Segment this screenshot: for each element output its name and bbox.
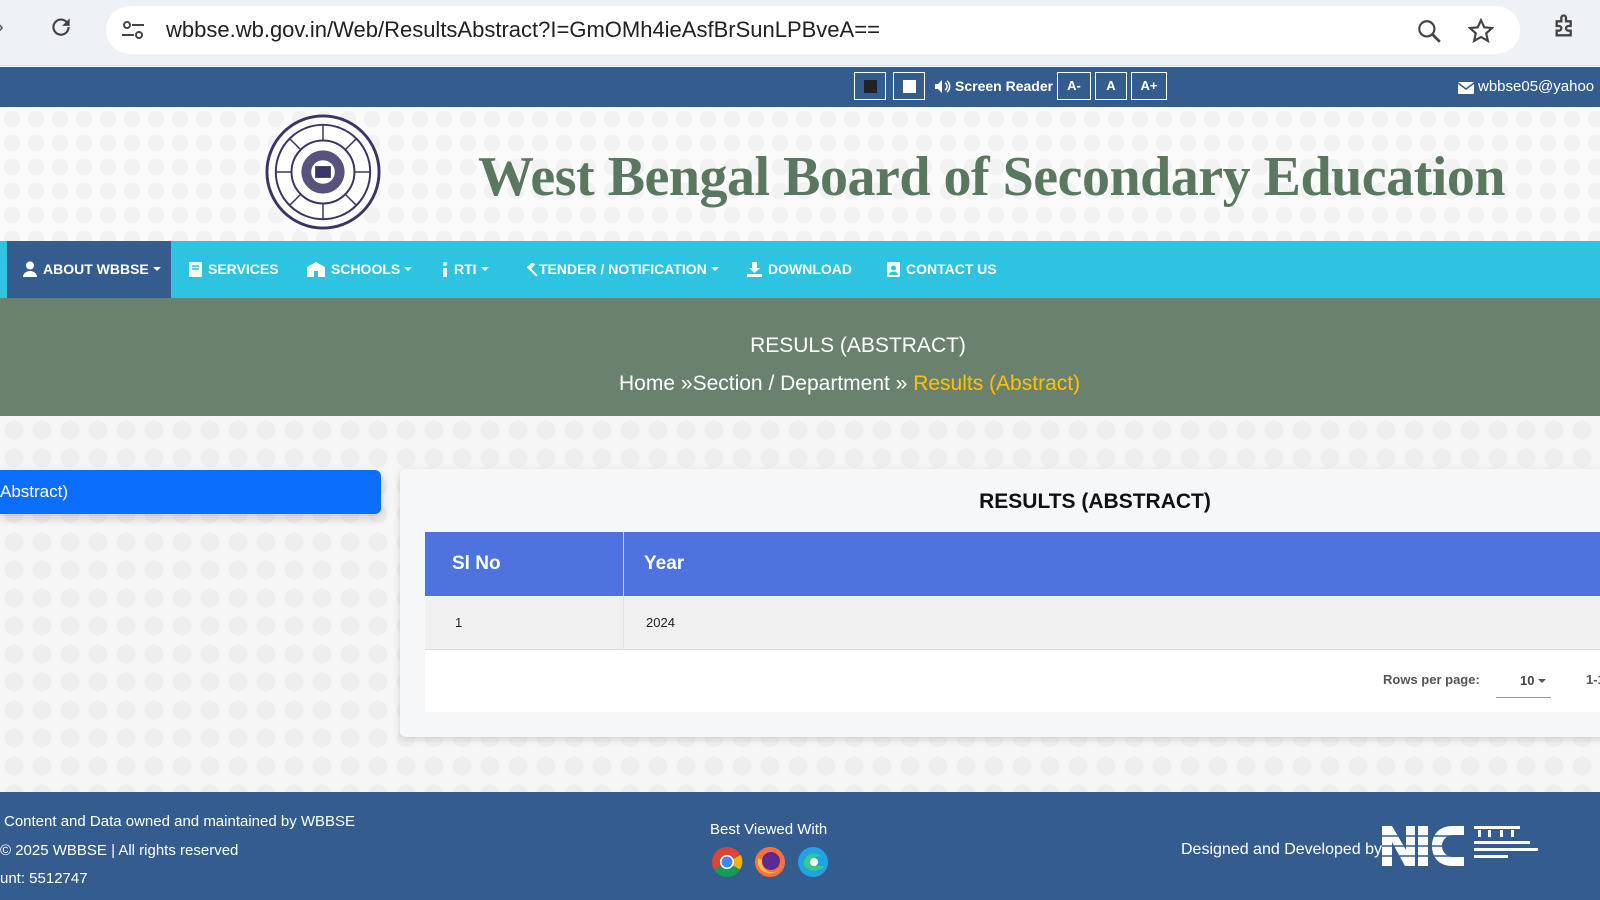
cell-sl-no: 1 — [455, 615, 463, 630]
dark-swatch-icon — [864, 80, 877, 93]
nav-contact-us[interactable]: CONTACT US — [887, 241, 997, 298]
site-info-icon[interactable] — [120, 18, 146, 42]
extensions-icon[interactable] — [1552, 12, 1580, 40]
chrome-icon — [712, 847, 743, 877]
sidebar-item-results-abstract[interactable]: Abstract) — [0, 470, 381, 514]
table-row[interactable]: 1 2024 — [425, 596, 1600, 650]
address-bar[interactable]: wbbse.wb.gov.in/Web/ResultsAbstract?I=Gm… — [106, 6, 1520, 54]
chevron-down-icon — [1538, 679, 1547, 683]
font-increase-button[interactable]: A+ — [1131, 72, 1167, 100]
pagination-range: 1-1 — [1586, 672, 1600, 687]
chevron-down-icon — [152, 267, 161, 271]
cell-year[interactable]: 2024 — [623, 596, 675, 650]
nav-about-wbbse[interactable]: ABOUT WBBSE — [7, 241, 171, 298]
main-content: Abstract) RESULTS (ABSTRACT) Sl No Year … — [0, 416, 1600, 792]
page-banner: RESULS (ABSTRACT) Home »Section / Depart… — [0, 298, 1600, 416]
edge-icon — [798, 847, 828, 877]
reload-icon[interactable] — [48, 14, 74, 40]
download-icon — [747, 262, 762, 277]
table-header: Sl No Year — [425, 532, 1600, 596]
contact-book-icon — [887, 262, 900, 277]
nav-download[interactable]: DOWNLOAD — [747, 241, 852, 298]
breadcrumb-home[interactable]: Home — [619, 372, 675, 395]
nav-rti[interactable]: RTI — [442, 241, 489, 298]
info-icon — [443, 262, 447, 277]
results-title: RESULTS (ABSTRACT) — [979, 490, 1211, 513]
nav-label: ABOUT WBBSE — [43, 261, 149, 277]
results-card: RESULTS (ABSTRACT) Sl No Year 1 2024 Row… — [400, 469, 1600, 737]
nav-label: RTI — [454, 261, 477, 277]
font-decrease-button[interactable]: A- — [1057, 72, 1091, 100]
site-header: West Bengal Board of Secondary Education — [0, 107, 1600, 241]
font-normal-button[interactable]: A — [1095, 72, 1127, 100]
light-contrast-button[interactable] — [893, 72, 925, 100]
column-header-sl-no[interactable]: Sl No — [452, 532, 501, 596]
light-swatch-icon — [903, 80, 916, 93]
forward-icon[interactable]: › — [0, 14, 20, 40]
breadcrumb-current: Results (Abstract) — [913, 372, 1081, 395]
envelope-icon — [1457, 82, 1475, 94]
gavel-icon — [526, 261, 538, 277]
rows-per-page-value: 10 — [1520, 673, 1535, 688]
chevron-down-icon — [480, 267, 489, 271]
main-navigation: ABOUT WBBSE SERVICES SCHOOLS RTI TENDER … — [0, 241, 1600, 298]
footer-visitor-count: unt: 5512747 — [0, 870, 88, 887]
nav-tender-notification[interactable]: TENDER / NOTIFICATION — [524, 241, 719, 298]
bookmark-star-icon[interactable] — [1468, 18, 1494, 44]
banner-title: RESULS (ABSTRACT) — [750, 334, 966, 357]
best-viewed-label: Best Viewed With — [710, 821, 828, 838]
nav-label: SCHOOLS — [331, 261, 401, 277]
nav-label: TENDER / NOTIFICATION — [539, 261, 707, 277]
column-header-year[interactable]: Year — [623, 532, 684, 596]
nav-label: SERVICES — [208, 261, 279, 277]
nav-services[interactable]: SERVICES — [189, 241, 279, 298]
site-title: West Bengal Board of Secondary Education — [478, 146, 1505, 208]
user-icon — [23, 261, 37, 277]
rows-per-page-select[interactable]: 10 — [1496, 664, 1551, 698]
firefox-icon — [755, 847, 785, 877]
breadcrumb-separator-icon: » — [680, 372, 693, 395]
browser-toolbar: › wbbse.wb.gov.in/Web/ResultsAbstract?I=… — [0, 0, 1600, 66]
screen-reader-link[interactable]: Screen Reader — [934, 76, 1053, 96]
book-icon — [189, 262, 202, 277]
nav-label: CONTACT US — [906, 261, 997, 277]
rows-per-page-label: Rows per page: — [1383, 672, 1480, 687]
nav-schools[interactable]: SCHOOLS — [307, 241, 413, 298]
nav-label: DOWNLOAD — [768, 261, 852, 277]
footer-copyright: © 2025 WBBSE | All rights reserved — [0, 842, 239, 859]
school-icon — [307, 262, 325, 277]
site-footer: Content and Data owned and maintained by… — [0, 792, 1600, 900]
breadcrumb-section[interactable]: Section / Department — [693, 372, 890, 395]
chevron-down-icon — [710, 267, 719, 271]
url-text[interactable]: wbbse.wb.gov.in/Web/ResultsAbstract?I=Gm… — [166, 18, 880, 42]
breadcrumb-separator-icon: » — [895, 372, 908, 395]
zoom-icon[interactable] — [1416, 18, 1442, 44]
breadcrumb: Home »Section / Department » Results (Ab… — [619, 370, 1080, 398]
chevron-down-icon — [404, 267, 413, 271]
table-pagination: Rows per page: 10 1-1 — [425, 650, 1600, 712]
nic-logo[interactable] — [1382, 822, 1548, 870]
footer-ownership: Content and Data owned and maintained by… — [4, 813, 356, 830]
email-link[interactable]: wbbse05@yahoo — [1457, 77, 1595, 97]
dark-contrast-button[interactable] — [854, 72, 886, 100]
utility-bar: Screen Reader A- A A+ wbbse05@yahoo — [0, 67, 1600, 107]
email-text: wbbse05@yahoo — [1478, 78, 1595, 95]
wbbse-emblem-logo[interactable] — [264, 113, 382, 231]
designed-by-label: Designed and Developed by — [1181, 841, 1383, 858]
screen-reader-label: Screen Reader — [955, 78, 1054, 94]
speaker-icon — [935, 80, 951, 93]
